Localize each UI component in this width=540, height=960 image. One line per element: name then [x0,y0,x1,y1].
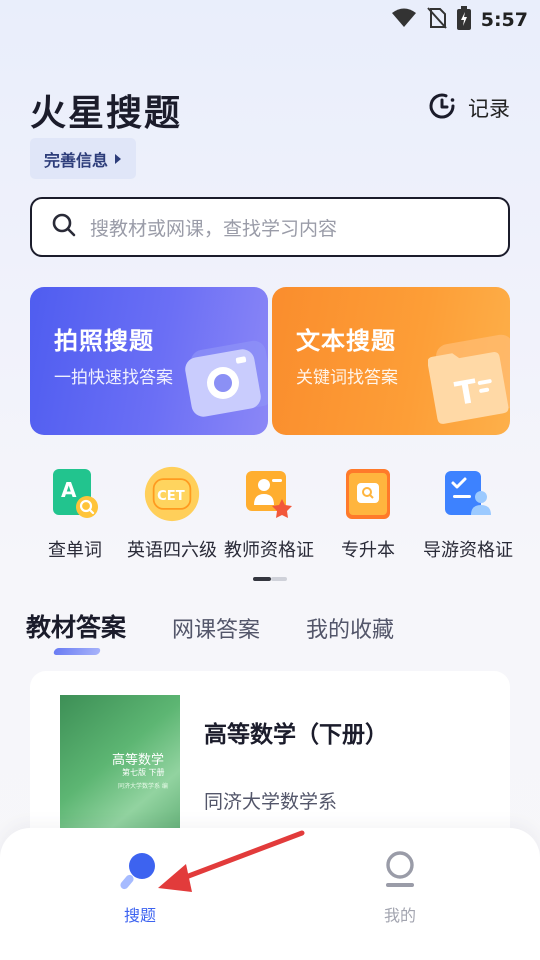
book-cover-title: 高等数学 [112,753,165,768]
status-time: 5:57 [480,9,528,31]
camera-icon [180,327,268,431]
no-sim-icon [426,7,447,33]
complete-profile-button[interactable]: 完善信息 [30,138,136,179]
nav-search-label: 搜题 [123,906,156,925]
text-search-card[interactable]: 文本搜题 关键词找答案 T [272,287,510,435]
tools-row: A 查单词 CET 英语四六级 教师资格证 专升本 导游资格证 [10,466,540,566]
caret-right-icon [114,149,122,168]
wifi-icon [391,8,417,32]
battery-charging-icon [456,6,471,34]
page-indicator [253,577,287,581]
tool-label-teacher-cert: 教师资格证 [224,540,314,561]
tab-my-favorites[interactable]: 我的收藏 [306,612,394,644]
status-bar: 5:57 [0,0,540,36]
profile-tab-icon [380,850,420,894]
tool-label-cet: 英语四六级 [127,540,217,561]
text-folder-icon: T [427,327,510,431]
photo-search-title: 拍照搜题 [54,327,154,355]
search-input[interactable]: 搜教材或网课，查找学习内容 [30,197,510,257]
word-lookup-icon: A [47,466,103,522]
history-button[interactable]: 记录 [426,90,510,126]
tool-label-word-lookup: 查单词 [48,540,102,561]
guide-cert-icon [440,466,496,522]
tool-teacher-cert[interactable]: 教师资格证 [214,466,324,562]
book-cover-edition: 第七版 下册 [122,768,165,777]
search-tab-icon [120,850,160,894]
app-title: 火星搜题 [30,93,183,134]
book-author: 同济大学数学系 [204,791,338,813]
cet-badge-text: CET [157,489,185,504]
tab-textbook-answers[interactable]: 教材答案 [26,608,126,644]
text-search-subtitle: 关键词找答案 [296,368,398,388]
tool-label-upgrade: 专升本 [341,540,395,561]
photo-search-card[interactable]: 拍照搜题 一拍快速找答案 [30,287,268,435]
page-dot-active [253,577,271,581]
active-tab-indicator [52,648,102,655]
nav-mine[interactable]: 我的 [360,850,440,926]
status-icons: 5:57 [391,6,528,34]
history-label: 记录 [468,97,510,121]
tool-cet[interactable]: CET 英语四六级 [117,466,227,562]
teacher-cert-icon [241,466,297,522]
tool-upgrade[interactable]: 专升本 [313,466,423,562]
photo-search-subtitle: 一拍快速找答案 [54,368,173,388]
book-title: 高等数学（下册） [204,722,388,748]
tab-course-answers[interactable]: 网课答案 [172,612,260,644]
nav-search[interactable]: 搜题 [100,850,180,926]
text-search-title: 文本搜题 [296,327,396,355]
tool-guide-cert[interactable]: 导游资格证 [413,466,523,562]
content-tabs: 教材答案 网课答案 我的收藏 [26,608,440,644]
svg-text:A: A [61,478,77,502]
page-dot [271,577,287,581]
nav-mine-label: 我的 [383,906,416,925]
bottom-nav: 搜题 我的 [0,828,540,960]
search-icon [52,213,76,241]
tool-label-guide-cert: 导游资格证 [423,540,513,561]
history-clock-icon [426,90,458,126]
search-placeholder: 搜教材或网课，查找学习内容 [90,217,338,240]
book-cover-publisher: 同济大学数学系 编 [118,783,168,790]
tool-word-lookup[interactable]: A 查单词 [20,466,130,562]
cet-icon: CET [144,466,200,522]
upgrade-book-icon [340,466,396,522]
complete-profile-label: 完善信息 [43,150,108,170]
